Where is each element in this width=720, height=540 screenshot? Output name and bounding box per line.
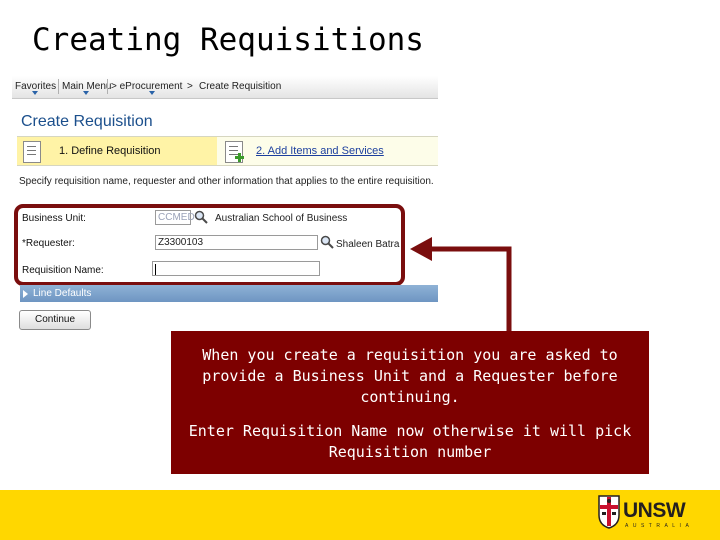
unsw-crest-icon (598, 495, 620, 529)
note-paragraph-1: When you create a requisition you are as… (202, 346, 618, 406)
unsw-logo: UNSW AUSTRALIA (596, 493, 706, 537)
explanation-note: When you create a requisition you are as… (171, 331, 649, 474)
footer-bar: UNSW AUSTRALIA (0, 490, 720, 540)
unsw-subtext: AUSTRALIA (625, 523, 694, 529)
unsw-wordmark: UNSW (623, 499, 686, 522)
note-paragraph-2: Enter Requisition Name now otherwise it … (188, 422, 632, 461)
